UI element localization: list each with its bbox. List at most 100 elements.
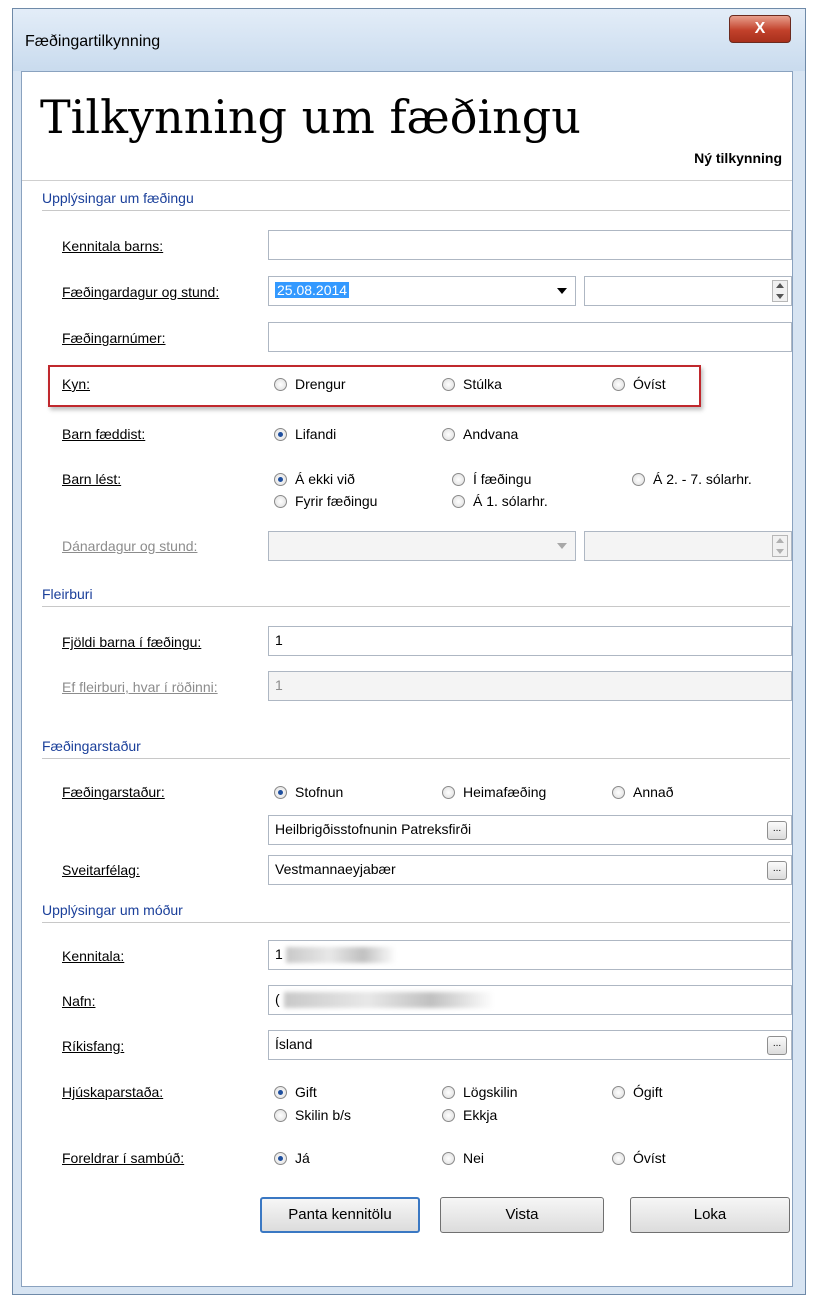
cohabiting-option-no[interactable]: Nei xyxy=(442,1150,484,1166)
browse-button[interactable]: ... xyxy=(767,821,787,840)
cohabiting-option-yes[interactable]: Já xyxy=(274,1150,310,1166)
spinner-icon[interactable] xyxy=(772,280,788,302)
order-id-button[interactable]: Panta kennitölu xyxy=(260,1197,420,1233)
cohabiting-option-unknown[interactable]: Óvíst xyxy=(612,1150,666,1166)
birth-number-field[interactable] xyxy=(268,322,792,352)
chevron-down-icon[interactable] xyxy=(557,288,567,294)
radio-icon xyxy=(442,1151,455,1165)
death-date-dropdown xyxy=(268,531,576,561)
radio-icon xyxy=(442,1108,455,1122)
died-option-2-7-days[interactable]: Á 2. - 7. sólarhr. xyxy=(632,471,752,487)
born-option-stillborn-label: Andvana xyxy=(463,426,519,442)
close-button[interactable]: Loka xyxy=(630,1197,790,1233)
place-option-other-label: Annað xyxy=(633,784,674,800)
sex-option-unknown[interactable]: Óvíst xyxy=(612,376,666,392)
radio-icon xyxy=(442,377,455,391)
died-option-1-day[interactable]: Á 1. sólarhr. xyxy=(452,493,548,509)
radio-selected-icon xyxy=(274,1151,287,1165)
place-option-institution[interactable]: Stofnun xyxy=(274,784,343,800)
cohabiting-option-unknown-label: Óvíst xyxy=(633,1150,666,1166)
radio-icon xyxy=(612,785,625,799)
marital-option-unmarried[interactable]: Ógift xyxy=(612,1084,663,1100)
institution-field[interactable]: Heilbrigðisstofnunin Patreksfirði ... xyxy=(268,815,792,845)
died-option-in-birth[interactable]: Í fæðingu xyxy=(452,471,531,487)
place-option-institution-label: Stofnun xyxy=(295,784,344,800)
window-title: Fæðingartilkynning xyxy=(25,33,161,50)
multiple-order-label: Ef fleirburi, hvar í röðinni: xyxy=(62,679,218,695)
place-option-home[interactable]: Heimafæðing xyxy=(442,784,546,800)
radio-icon xyxy=(612,1085,625,1099)
birth-datetime-label: Fæðingardagur og stund: xyxy=(62,284,220,300)
dialog-window: Fæðingartilkynning X Tilkynning um fæðin… xyxy=(12,8,806,1295)
marital-label: Hjúskaparstaða: xyxy=(62,1084,164,1100)
section-birth-info: Upplýsingar um fæðingu xyxy=(42,190,194,206)
section-divider xyxy=(42,606,790,607)
died-option-1-day-label: Á 1. sólarhr. xyxy=(473,493,548,509)
multiple-order-field: 1 xyxy=(268,671,792,701)
title-bar[interactable]: Fæðingartilkynning X xyxy=(13,9,805,71)
institution-value: Heilbrigðisstofnunin Patreksfirði xyxy=(275,821,472,837)
died-label: Barn lést: xyxy=(62,471,122,487)
form-area: Tilkynning um fæðingu Ný tilkynning Uppl… xyxy=(21,71,793,1287)
child-count-field[interactable]: 1 xyxy=(268,626,792,656)
died-option-before-birth[interactable]: Fyrir fæðingu xyxy=(274,493,377,509)
death-time-field xyxy=(584,531,792,561)
marital-option-married-label: Gift xyxy=(295,1084,317,1100)
redacted-text xyxy=(284,992,494,1008)
spinner-icon xyxy=(772,535,788,557)
radio-icon xyxy=(452,472,465,486)
birth-date-dropdown[interactable]: 25.08.2014 xyxy=(268,276,576,306)
born-option-stillborn[interactable]: Andvana xyxy=(442,426,518,442)
radio-selected-icon xyxy=(274,1085,287,1099)
sex-option-girl[interactable]: Stúlka xyxy=(442,376,502,392)
place-option-home-label: Heimafæðing xyxy=(463,784,547,800)
birthplace-label: Fæðingarstaður: xyxy=(62,784,165,800)
marital-option-widow[interactable]: Ekkja xyxy=(442,1107,497,1123)
form-header: Tilkynning um fæðingu Ný tilkynning xyxy=(22,72,792,181)
section-divider xyxy=(42,922,790,923)
born-label: Barn fæddist: xyxy=(62,426,146,442)
page-title: Tilkynning um fæðingu xyxy=(40,90,581,144)
mother-id-label: Kennitala: xyxy=(62,948,125,964)
sex-option-boy[interactable]: Drengur xyxy=(274,376,346,392)
sex-label: Kyn: xyxy=(62,376,91,392)
birth-time-field[interactable] xyxy=(584,276,792,306)
sex-highlight-box xyxy=(48,365,701,407)
marital-option-divorced-label: Lögskilin xyxy=(463,1084,518,1100)
radio-icon xyxy=(442,427,455,441)
mother-name-value: ( xyxy=(275,991,280,1007)
birth-date-value: 25.08.2014 xyxy=(275,282,350,298)
citizenship-field[interactable]: Ísland ... xyxy=(268,1030,792,1060)
municipality-field[interactable]: Vestmannaeyjabær ... xyxy=(268,855,792,885)
status-label: Ný tilkynning xyxy=(694,150,782,166)
child-count-label: Fjöldi barna í fæðingu: xyxy=(62,634,202,650)
died-option-na[interactable]: Á ekki við xyxy=(274,471,355,487)
radio-icon xyxy=(442,1085,455,1099)
marital-option-married[interactable]: Gift xyxy=(274,1084,317,1100)
redacted-text xyxy=(286,947,396,963)
radio-selected-icon xyxy=(274,472,287,486)
died-option-2-7-days-label: Á 2. - 7. sólarhr. xyxy=(653,471,752,487)
marital-option-separated-label: Skilin b/s xyxy=(295,1107,352,1123)
radio-icon xyxy=(632,472,645,486)
save-button[interactable]: Vista xyxy=(440,1197,604,1233)
mother-id-value: 1 xyxy=(275,946,283,962)
chevron-down-icon xyxy=(557,543,567,549)
radio-icon xyxy=(274,494,287,508)
browse-button[interactable]: ... xyxy=(767,861,787,880)
radio-icon xyxy=(274,1108,287,1122)
died-option-na-label: Á ekki við xyxy=(295,471,355,487)
marital-option-separated[interactable]: Skilin b/s xyxy=(274,1107,351,1123)
place-option-other[interactable]: Annað xyxy=(612,784,673,800)
browse-button[interactable]: ... xyxy=(767,1036,787,1055)
sex-option-unknown-label: Óvíst xyxy=(633,376,666,392)
birth-number-label: Fæðingarnúmer: xyxy=(62,330,166,346)
marital-option-divorced[interactable]: Lögskilin xyxy=(442,1084,517,1100)
municipality-value: Vestmannaeyjabær xyxy=(275,861,396,877)
child-id-field[interactable] xyxy=(268,230,792,260)
close-window-button[interactable]: X xyxy=(729,15,791,43)
citizenship-value: Ísland xyxy=(275,1036,313,1052)
mother-name-label: Nafn: xyxy=(62,993,96,1009)
radio-icon xyxy=(612,377,625,391)
born-option-alive[interactable]: Lifandi xyxy=(274,426,336,442)
